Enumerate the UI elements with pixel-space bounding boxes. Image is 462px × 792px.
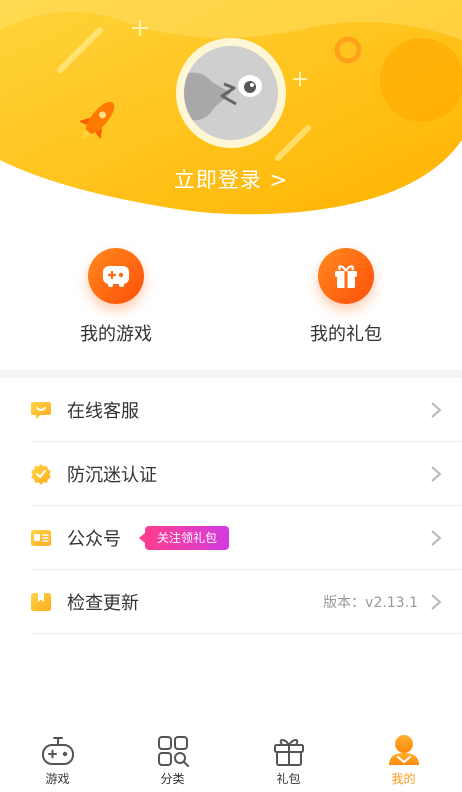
pacman-avatar-icon: [184, 46, 278, 140]
login-link[interactable]: 立即登录 >: [0, 164, 462, 194]
menu-item-official-account[interactable]: 公众号 关注领礼包: [30, 506, 462, 570]
my-games-button[interactable]: 我的游戏: [36, 248, 196, 346]
menu-item-check-update[interactable]: 检查更新 版本：v2.13.1: [30, 570, 462, 634]
tab-mine[interactable]: 我的: [346, 722, 461, 792]
quick-entries: 我的游戏 我的礼包: [0, 232, 462, 370]
menu-label: 检查更新: [67, 593, 139, 614]
tab-games[interactable]: 游戏: [0, 722, 115, 792]
my-gifts-button[interactable]: 我的礼包: [266, 248, 426, 346]
gift-icon: [318, 248, 374, 304]
settings-menu: 在线客服 防沉迷认证 公众号 关注领礼包 检查更新 版本：v2.13.1: [0, 378, 462, 634]
my-games-label: 我的游戏: [80, 324, 152, 345]
chevron-right-icon: [431, 466, 442, 482]
menu-label: 防沉迷认证: [67, 465, 157, 486]
follow-gift-badge: 关注领礼包: [138, 526, 230, 550]
tab-label: 礼包: [276, 772, 301, 786]
id-card-icon: [31, 530, 51, 546]
my-gifts-label: 我的礼包: [310, 324, 382, 345]
menu-item-anti-addiction[interactable]: 防沉迷认证: [30, 442, 462, 506]
category-grid-icon: [157, 736, 189, 767]
tab-label: 分类: [160, 772, 185, 786]
avatar-image: [184, 46, 278, 140]
version-text: 版本：v2.13.1: [323, 595, 418, 611]
avatar[interactable]: [176, 38, 286, 148]
verified-badge-icon: [31, 464, 51, 485]
profile-header: 立即登录 >: [0, 0, 462, 225]
chevron-right-icon: [431, 594, 442, 610]
profile-icon: [388, 735, 419, 765]
bookmark-icon: [31, 593, 51, 611]
chevron-right-icon: [431, 402, 442, 418]
menu-label: 在线客服: [67, 401, 139, 422]
gift-icon: [273, 739, 304, 766]
tab-label: 我的: [391, 772, 416, 786]
tab-label: 游戏: [45, 772, 70, 786]
bottom-tab-bar: 游戏 分类 礼包 我的: [0, 722, 462, 792]
menu-item-customer-service[interactable]: 在线客服: [30, 378, 462, 442]
menu-label: 公众号: [67, 529, 121, 550]
gamepad-icon: [41, 737, 74, 765]
section-divider: [0, 370, 462, 378]
chevron-right-icon: [431, 530, 442, 546]
tab-gifts[interactable]: 礼包: [231, 722, 346, 792]
gamepad-icon: [88, 248, 144, 304]
tab-categories[interactable]: 分类: [115, 722, 230, 792]
chat-icon: [31, 402, 51, 419]
